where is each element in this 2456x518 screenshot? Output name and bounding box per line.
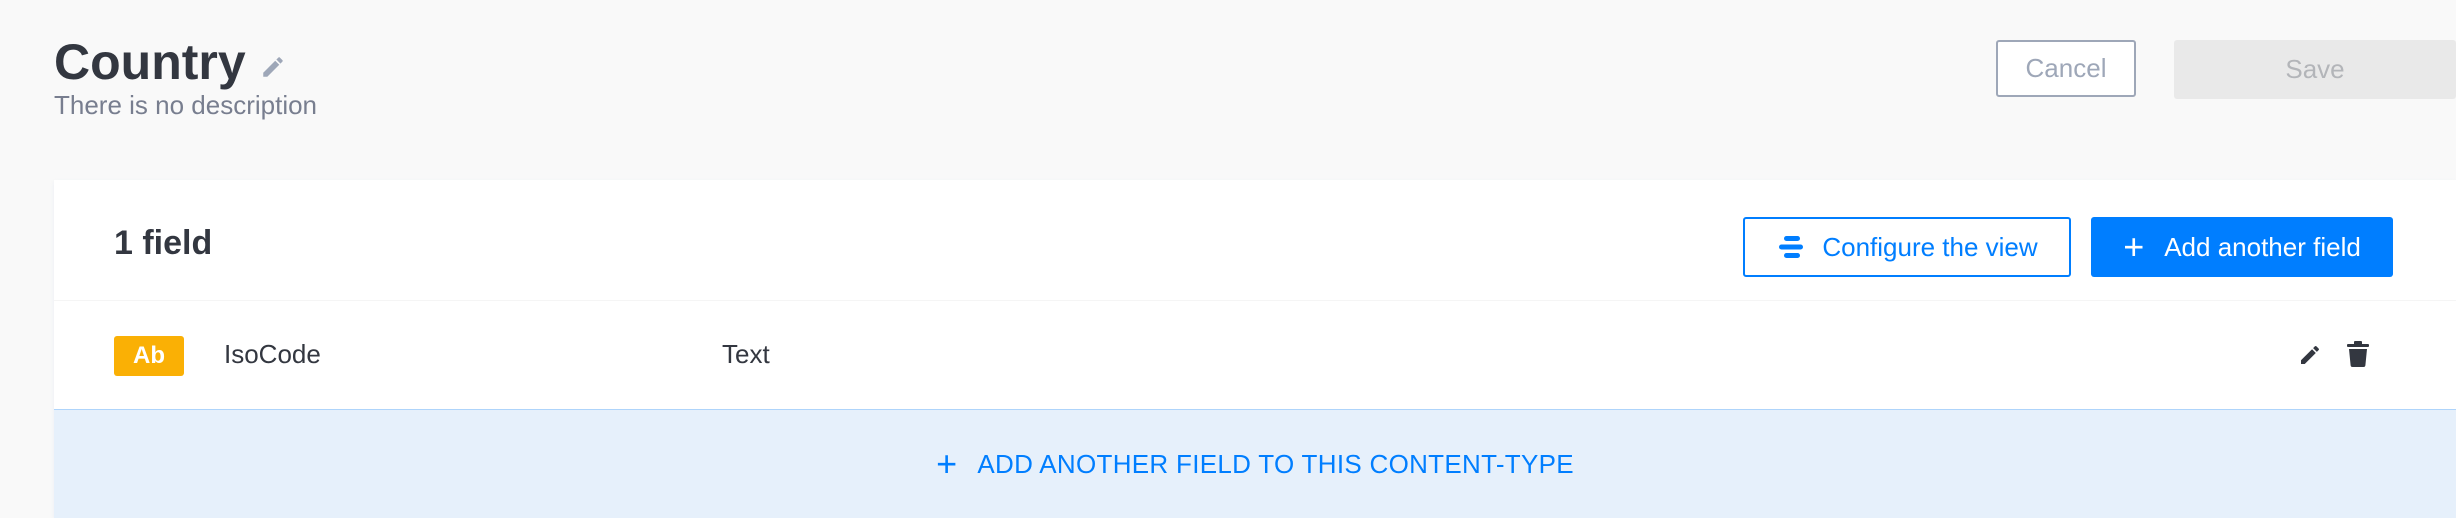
title-row: Country — [54, 30, 317, 94]
pencil-icon[interactable] — [2298, 343, 2322, 367]
save-button[interactable]: Save — [2174, 40, 2456, 99]
field-type: Text — [722, 339, 770, 369]
field-row[interactable]: Ab IsoCode Text — [54, 300, 2456, 410]
page-header: Country There is no description — [54, 30, 317, 121]
add-another-field-label: Add another field — [2164, 231, 2361, 262]
field-count: 1 field — [114, 224, 213, 262]
cancel-button[interactable]: Cancel — [1996, 40, 2136, 97]
fields-card: 1 field Configure the view + Add another… — [54, 180, 2456, 518]
field-name: IsoCode — [224, 339, 321, 369]
pencil-icon[interactable] — [260, 54, 286, 80]
content-type-page: Country There is no description Cancel S… — [0, 0, 2456, 518]
trash-icon[interactable] — [2347, 341, 2369, 367]
add-field-to-content-type-label: ADD ANOTHER FIELD TO THIS CONTENT-TYPE — [977, 448, 1574, 479]
plus-icon: + — [2123, 226, 2145, 267]
page-description: There is no description — [54, 90, 318, 120]
text-type-badge: Ab — [114, 336, 184, 376]
plus-icon: + — [936, 443, 958, 484]
configure-view-button[interactable]: Configure the view — [1743, 217, 2071, 277]
page-title: Country — [54, 34, 246, 90]
add-field-to-content-type-button[interactable]: + ADD ANOTHER FIELD TO THIS CONTENT-TYPE — [54, 410, 2456, 518]
configure-view-label: Configure the view — [1822, 231, 2038, 262]
add-another-field-button[interactable]: + Add another field — [2091, 217, 2393, 277]
layout-icon — [1776, 235, 1806, 259]
